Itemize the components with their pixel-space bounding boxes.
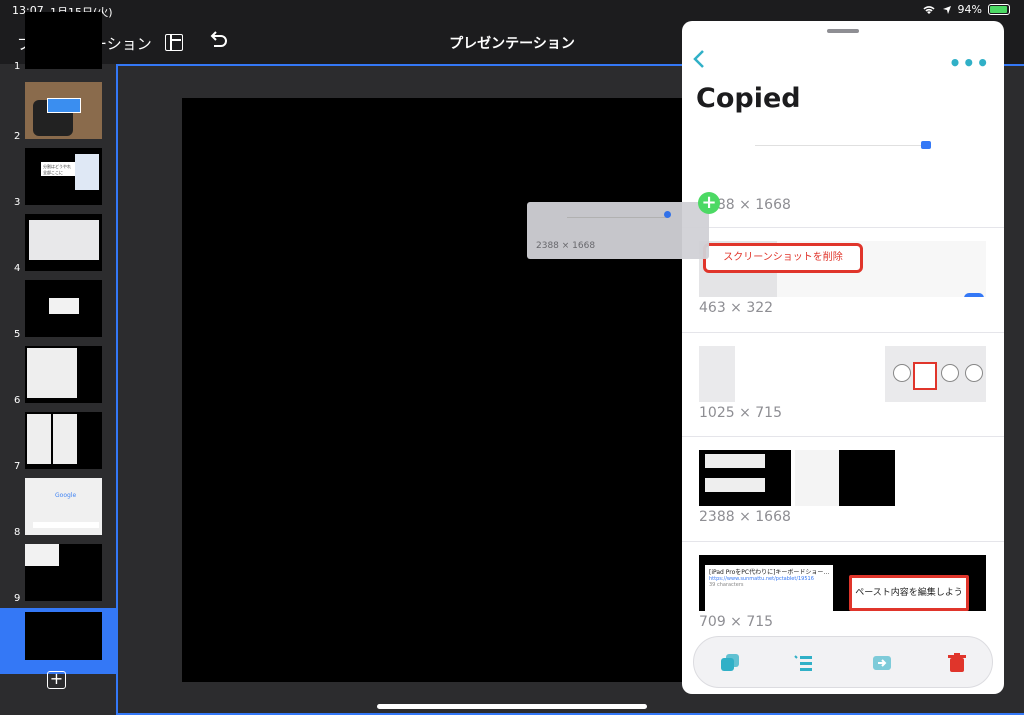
slide-thumbnail [25,412,102,469]
slide-number: 1 [14,61,21,72]
slide-thumbnail [25,214,102,271]
clip-item[interactable]: [iPad ProをPC代わりに]キーボードショー… https://www.s… [682,542,1004,646]
thumb-note: 分割はどうやれ 全部ここに [41,162,75,176]
status-indicators: 94% [922,3,1010,16]
home-indicator[interactable] [377,704,647,709]
thumb-panel [705,478,765,492]
thumb-marker [921,141,931,149]
thumb-circle [893,364,911,382]
clip-thumbnail [699,450,986,506]
edit-paste-label: ペースト内容を編集しよう [849,575,969,611]
thumb-panel [27,348,77,398]
slide-thumbnail [25,612,102,660]
share-icon[interactable] [870,651,894,675]
copied-panel: ••• Copied 2388 × 1668 スクリーンショットを削除 463 … [682,21,1004,694]
slide-number: 3 [14,197,21,208]
clip-action-bar [693,636,993,688]
copy-highlight [913,362,937,390]
clip-item[interactable]: 2388 × 1668 [682,437,1004,542]
panel-title: Copied [696,83,801,114]
slide-item[interactable]: 9 [0,540,116,606]
battery-icon [988,4,1010,15]
clip-size: 1025 × 715 [699,405,782,421]
clip-item[interactable]: スクリーンショットを削除 463 × 322 [682,228,1004,333]
slide-thumbnail: 分割はどうやれ 全部ここに [25,148,102,205]
location-icon [942,5,951,14]
more-icon[interactable]: ••• [949,51,990,75]
thumb-circle [965,364,983,382]
slide-thumbnail [25,544,102,601]
clip-size: 709 × 715 [699,614,774,630]
drag-size: 2388 × 1668 [536,241,596,251]
slide-thumbnail [25,12,102,69]
thumb-panel [705,454,765,468]
clip-thumbnail [699,346,986,402]
add-badge-icon: + [698,192,720,214]
slide-item[interactable]: 分割はどうやれ 全部ここに 3 [0,144,116,210]
clip-item[interactable]: 1025 × 715 [682,333,1004,437]
slide-thumbnail [25,82,102,139]
slide-thumbnail [25,280,102,337]
slide-number: 7 [14,461,21,472]
slide-item-selected[interactable] [0,608,116,674]
clip-size: 463 × 322 [699,300,774,316]
clip-size: 2388 × 1668 [699,509,791,525]
back-chevron-icon[interactable] [692,49,706,69]
drag-marker [664,211,671,218]
slide-number: 8 [14,527,21,538]
add-slide-button[interactable]: + [47,671,66,689]
thumb-count: 39 characters [709,582,744,588]
slide-number: 9 [14,593,21,604]
battery-level [990,6,1007,13]
slide-navigator: 1 2 分割はどうやれ 全部ここに 3 4 5 6 7 Google 8 9 + [0,12,116,715]
thumb-panel [735,346,885,402]
clip-thumbnail: スクリーンショットを削除 [699,241,986,297]
slide-item[interactable]: 2 [0,78,116,144]
photo-overlay [47,98,81,113]
thumb-panel [33,522,99,528]
thumb-panel: [iPad ProをPC代わりに]キーボードショー… https://www.s… [705,565,833,611]
thumb-circle [941,364,959,382]
slide-item[interactable]: 7 [0,408,116,474]
thumb-panel [25,544,59,566]
slide-number: 5 [14,329,21,340]
slide-item[interactable]: 4 [0,210,116,276]
panel-grabber[interactable] [827,29,859,33]
thumb-panel [839,450,895,506]
status-bar: 13:07 1月15日(火) 94% [0,0,1024,22]
list-icon[interactable] [792,651,816,675]
thumb-marker [964,293,984,297]
thumb-panel [49,298,79,314]
slide-item[interactable]: 5 [0,276,116,342]
delete-screenshot-label: スクリーンショットを削除 [703,243,863,273]
screen: 13:07 1月15日(火) 94% プレゼンテーション プレゼンテーション 1… [0,0,1024,715]
drag-line [567,217,667,218]
clip-thumbnail [699,131,986,187]
slide-number: 6 [14,395,21,406]
thumb-panel [53,414,77,464]
thumb-text: Google [55,492,77,499]
slide-thumbnail: Google [25,478,102,535]
thumb-panel [795,450,839,506]
thumb-panel [29,220,99,260]
clip-item[interactable]: 2388 × 1668 [682,131,1004,228]
clip-thumbnail: [iPad ProをPC代わりに]キーボードショー… https://www.s… [699,555,986,611]
dragged-clip[interactable]: 2388 × 1668 [527,202,709,259]
thumb-line [755,145,925,146]
thumb-text: [iPad ProをPC代わりに]キーボードショー… [709,569,830,576]
copy-icon[interactable] [718,651,742,675]
slide-number: 4 [14,263,21,274]
delete-icon[interactable] [945,651,969,675]
thumb-panel [27,414,51,464]
slide-number: 2 [14,131,21,142]
thumb-panel [75,154,99,190]
slide-item[interactable]: 6 [0,342,116,408]
slide-thumbnail [25,346,102,403]
wifi-icon [922,6,935,14]
battery-percent: 94% [957,3,982,16]
slide-item[interactable]: Google 8 [0,474,116,540]
slide-canvas[interactable] [182,98,742,682]
slide-item[interactable]: 1 [0,8,116,74]
